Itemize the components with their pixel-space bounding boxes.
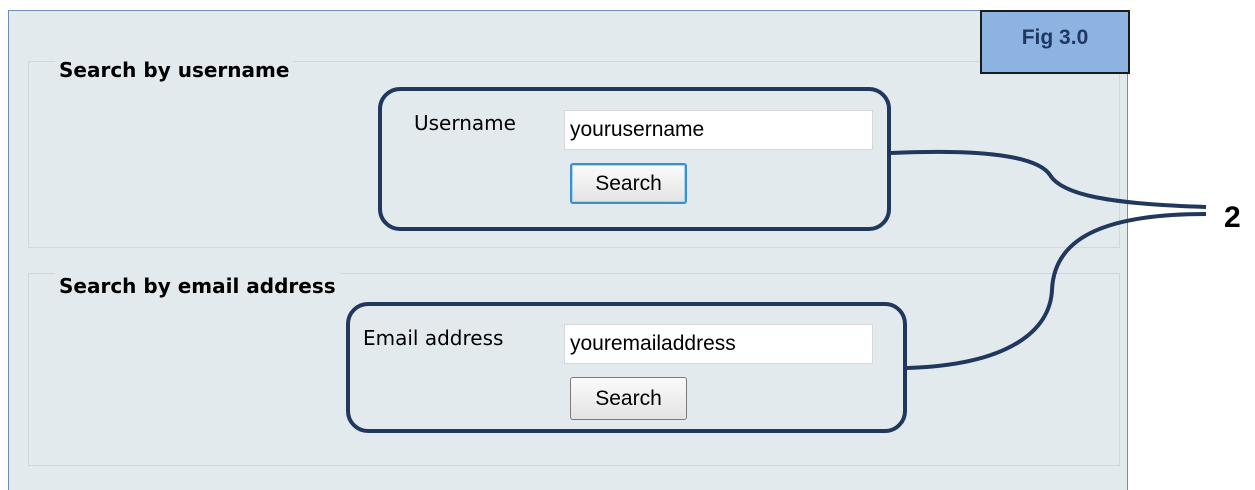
figure-label: Fig 3.0: [980, 10, 1130, 74]
email-callout-connector: [906, 212, 1207, 370]
username-callout-connector: [890, 149, 1207, 209]
callout-number: 2: [1224, 201, 1241, 234]
